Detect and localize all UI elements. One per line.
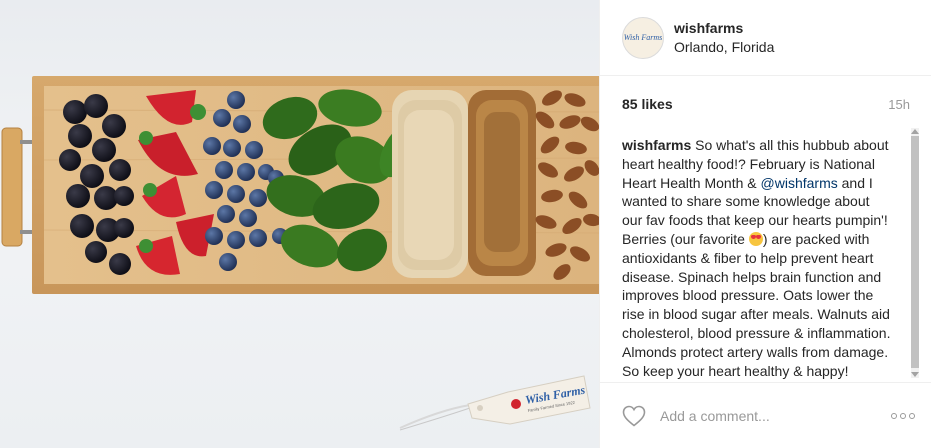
scroll-down-arrow-icon[interactable]: [911, 372, 919, 377]
more-dot: [909, 412, 915, 419]
avatar[interactable]: Wish Farms: [622, 16, 664, 59]
heart-icon[interactable]: [622, 405, 646, 427]
comment-input[interactable]: [658, 406, 891, 425]
avatar-logo-text: Wish Farms: [623, 32, 663, 42]
scrollbar-thumb[interactable]: [911, 136, 919, 368]
post-header: Wish Farms wishfarms Orlando, Florida: [600, 0, 931, 76]
caption-username[interactable]: wishfarms: [622, 137, 691, 153]
more-dot: [891, 412, 897, 419]
caption: wishfarms So what's all this hubbub abou…: [622, 136, 892, 380]
more-options-icon[interactable]: [891, 412, 915, 419]
caption-scroll-area[interactable]: wishfarms So what's all this hubbub abou…: [622, 124, 921, 380]
board-handle: [1, 127, 23, 247]
likes-count[interactable]: 85 likes: [622, 96, 673, 112]
post-image: Wish Farms Family Farmed Since 1922: [1, 76, 599, 431]
caption-scrollbar[interactable]: [911, 128, 919, 378]
location-link[interactable]: Orlando, Florida: [674, 39, 774, 55]
scroll-up-arrow-icon[interactable]: [911, 129, 919, 134]
comment-bar: [600, 382, 931, 448]
instagram-post: Wish Farms Family Farmed Since 1922 Wish…: [0, 0, 931, 448]
user-meta: wishfarms Orlando, Florida: [674, 20, 774, 55]
walnuts: [468, 90, 536, 276]
username-link[interactable]: wishfarms: [674, 20, 774, 36]
wish-farms-tag: Wish Farms Family Farmed Since 1922: [399, 375, 591, 431]
caption-text-3: ) are packed with antioxidants & fiber t…: [622, 230, 891, 379]
oats: [392, 90, 468, 278]
post-side-panel: Wish Farms wishfarms Orlando, Florida 85…: [599, 0, 931, 448]
post-photo[interactable]: Wish Farms Family Farmed Since 1922: [0, 0, 599, 448]
post-stats: 85 likes 15h: [622, 96, 910, 112]
caption-mention[interactable]: @wishfarms: [761, 175, 838, 191]
post-time[interactable]: 15h: [888, 97, 910, 112]
more-dot: [900, 412, 906, 419]
heart-eyes-emoji-icon: [748, 231, 763, 246]
